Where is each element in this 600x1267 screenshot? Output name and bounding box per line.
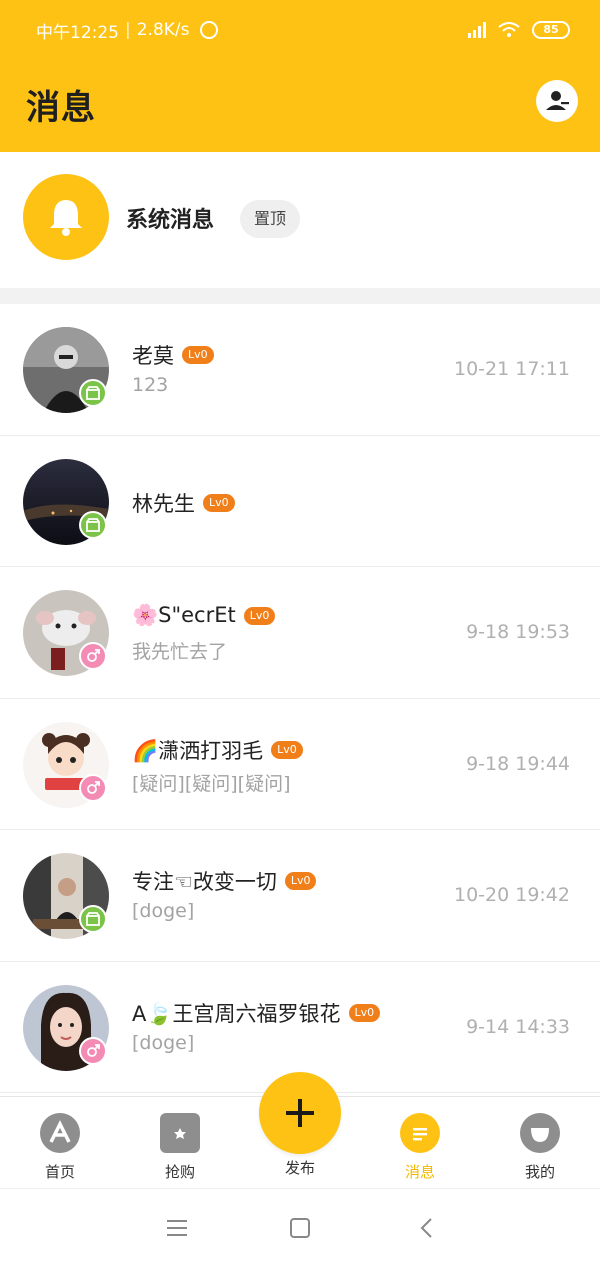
message-preview: [doge] bbox=[132, 900, 195, 922]
wifi-icon bbox=[498, 22, 520, 37]
message-time: 10-21 17:11 bbox=[453, 358, 570, 380]
store-icon bbox=[160, 1113, 200, 1153]
message-time: 9-18 19:44 bbox=[466, 752, 570, 775]
tab-mine[interactable]: 我的 bbox=[500, 1113, 580, 1182]
tab-mine-label: 我的 bbox=[524, 1163, 555, 1181]
plus-icon bbox=[286, 1099, 314, 1127]
shop-badge-icon bbox=[79, 510, 107, 539]
status-bar: 中午12:25 | 2.8K/s 85 bbox=[36, 18, 570, 43]
message-preview: 123 bbox=[132, 374, 169, 396]
back-icon[interactable] bbox=[416, 1217, 438, 1239]
conversation-item[interactable]: 🌈潇洒打羽毛 Lv0 [疑问][疑问][疑问] 9-18 19:44 bbox=[0, 698, 600, 830]
signal-icon bbox=[468, 22, 486, 38]
conversation-item[interactable]: 老莫 Lv0 123 10-21 17:11 bbox=[0, 304, 600, 436]
contacts-icon bbox=[546, 91, 569, 110]
contact-name: A🍃王宫周六福罗银花 bbox=[132, 1001, 341, 1026]
pin-badge: 置顶 bbox=[240, 200, 301, 238]
contact-name: 林先生 bbox=[132, 491, 195, 516]
system-message-title: 系统消息 bbox=[126, 208, 215, 233]
male-icon bbox=[79, 642, 107, 670]
tab-home-label: 首页 bbox=[44, 1163, 75, 1181]
network-speed: 2.8K/s bbox=[136, 20, 190, 40]
app-header: 中午12:25 | 2.8K/s 85 消息 bbox=[0, 0, 600, 152]
conversation-item[interactable]: 林先生 Lv0 bbox=[0, 435, 600, 567]
contact-name: 🌸S"ecrEt bbox=[132, 603, 236, 627]
level-badge: Lv0 bbox=[284, 872, 317, 890]
battery-indicator: 85 bbox=[532, 21, 570, 39]
level-badge: Lv0 bbox=[271, 740, 303, 759]
message-preview: [doge] bbox=[132, 1031, 195, 1054]
publish-label: 发布 bbox=[284, 1159, 315, 1177]
contacts-button[interactable] bbox=[536, 80, 578, 122]
conversation-item[interactable]: 专注☜改变一切 Lv0 [doge] 10-20 19:42 bbox=[0, 830, 600, 962]
alarm-icon bbox=[199, 21, 218, 39]
contact-name: 老莫 bbox=[132, 344, 174, 368]
level-badge: Lv0 bbox=[203, 493, 235, 512]
message-preview: 我先忙去了 bbox=[132, 641, 228, 663]
message-time: 10-20 19:42 bbox=[453, 884, 570, 906]
tab-home[interactable]: 首页 bbox=[20, 1113, 100, 1182]
shop-badge-icon bbox=[79, 905, 107, 933]
message-icon bbox=[400, 1113, 440, 1153]
shop-badge-icon bbox=[79, 379, 107, 407]
tab-buy-label: 抢购 bbox=[164, 1163, 195, 1181]
male-icon bbox=[79, 773, 107, 802]
male-icon bbox=[79, 1036, 107, 1065]
message-preview: [疑问][疑问][疑问] bbox=[132, 772, 291, 795]
tab-buy[interactable]: 抢购 bbox=[140, 1113, 220, 1182]
contact-name: 专注☜改变一切 bbox=[132, 870, 277, 894]
system-message-row[interactable]: 系统消息 置顶 bbox=[0, 152, 600, 288]
section-divider bbox=[0, 288, 600, 304]
message-time: 9-18 19:53 bbox=[466, 621, 570, 643]
publish-button[interactable] bbox=[259, 1072, 341, 1154]
system-nav-bar bbox=[0, 1188, 600, 1267]
conversation-item[interactable]: 🌸S"ecrEt Lv0 我先忙去了 9-18 19:53 bbox=[0, 567, 600, 699]
page-title: 消息 bbox=[26, 88, 96, 128]
level-badge: Lv0 bbox=[348, 1003, 381, 1022]
message-time: 9-14 14:33 bbox=[466, 1015, 570, 1038]
contact-name: 🌈潇洒打羽毛 bbox=[132, 738, 264, 763]
home-square-icon[interactable] bbox=[289, 1217, 311, 1239]
tab-messages[interactable]: 消息 bbox=[380, 1113, 460, 1182]
bell-icon bbox=[23, 174, 109, 260]
conversation-list: 老莫 Lv0 123 10-21 17:11 林先生 Lv0 🌸S"ecrEt … bbox=[0, 304, 600, 1093]
menu-icon[interactable] bbox=[166, 1217, 188, 1239]
status-time: 中午12:25 bbox=[36, 22, 119, 43]
profile-icon bbox=[520, 1113, 560, 1153]
home-icon bbox=[40, 1113, 80, 1153]
level-badge: Lv0 bbox=[243, 606, 276, 625]
level-badge: Lv0 bbox=[182, 346, 214, 364]
tab-messages-label: 消息 bbox=[404, 1163, 435, 1181]
